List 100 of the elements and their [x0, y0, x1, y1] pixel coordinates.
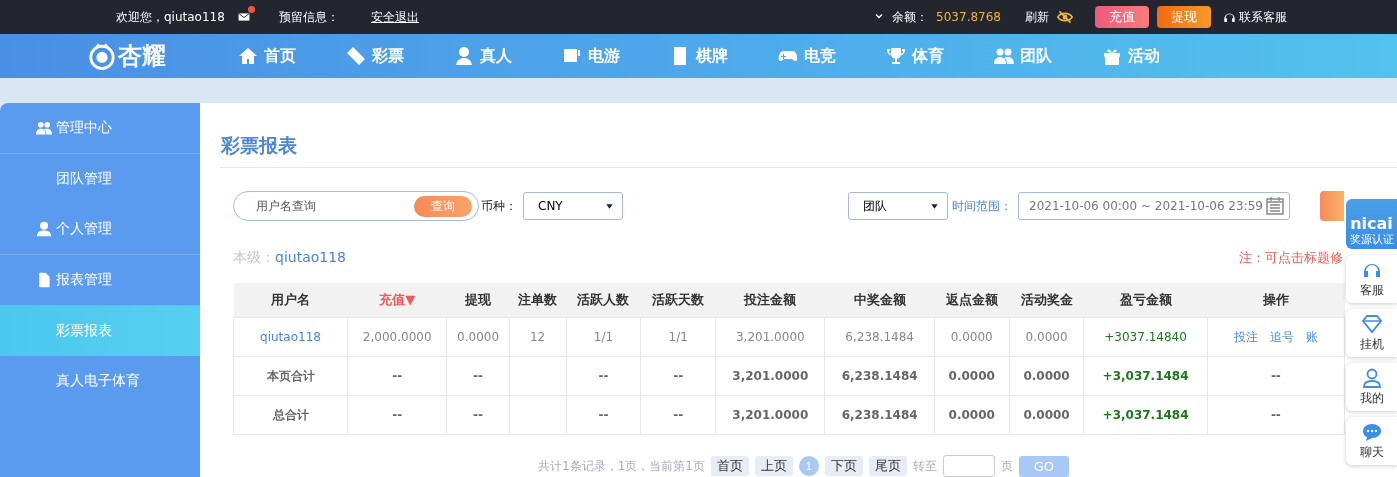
side-tool-button[interactable]: 客服: [1346, 255, 1397, 303]
side-tool-button[interactable]: 我的: [1346, 363, 1397, 411]
table-cell: --: [640, 395, 716, 435]
column-header[interactable]: 提现: [446, 283, 510, 318]
logout-link[interactable]: 安全退出: [370, 8, 419, 26]
award-verification-badge[interactable]: nicai 奖源认证: [1346, 199, 1397, 249]
page-title: 彩票报表: [220, 103, 1397, 168]
nav-item[interactable]: 活动: [1102, 45, 1210, 67]
table-cell: 0.0000: [446, 317, 510, 357]
table-cell: --: [566, 356, 641, 396]
table-cell: 0.0000: [1009, 317, 1084, 357]
gift-icon: [1102, 46, 1122, 66]
column-header[interactable]: 注单数: [509, 283, 566, 318]
team-icon: [994, 46, 1014, 66]
table-cell: 6,238.1484: [825, 317, 935, 357]
currency-select[interactable]: CNY: [523, 192, 623, 220]
first-page-button[interactable]: 首页: [710, 456, 749, 476]
user-icon: [1361, 367, 1382, 388]
table-cell: 1/1: [566, 317, 641, 357]
nav-item[interactable]: 体育: [886, 45, 994, 67]
search-button[interactable]: [1320, 191, 1344, 221]
table-cell: 0.0000: [934, 317, 1010, 357]
caret-icon: [930, 201, 939, 211]
column-header[interactable]: 中奖金额: [825, 283, 935, 318]
nav-item[interactable]: 电游: [562, 45, 670, 67]
table-cell: +3,037.1484: [1083, 395, 1208, 435]
table-cell: +3037.14840: [1083, 317, 1208, 357]
table-cell: --: [347, 356, 447, 396]
table-cell: --: [566, 395, 641, 435]
column-header[interactable]: 盈亏金额: [1083, 283, 1208, 318]
column-header[interactable]: 充值▼: [347, 283, 447, 318]
table-cell: 0.0000: [1009, 356, 1084, 396]
deposit-button[interactable]: 充值: [1095, 6, 1149, 28]
time-range-label: 时间范围：: [952, 197, 1012, 215]
currency-label: 币种：: [481, 197, 517, 215]
nav-item[interactable]: 棋牌: [670, 45, 778, 67]
column-header[interactable]: 操作: [1207, 283, 1345, 318]
side-tool-button[interactable]: 聊天: [1346, 417, 1397, 465]
page-unit-label: 页: [1000, 457, 1013, 475]
sidebar-item[interactable]: 团队管理: [0, 154, 200, 204]
nav-item[interactable]: 首页: [238, 45, 346, 67]
date-range-field[interactable]: 2021-10-06 00:00 ~ 2021-10-06 23:59: [1018, 192, 1290, 220]
table-cell: 0.0000: [934, 356, 1010, 396]
column-header[interactable]: 投注金额: [715, 283, 825, 318]
table-cell: --: [1207, 395, 1345, 435]
note-text: 注：可点击标题修: [1239, 249, 1343, 267]
trophy-icon: [886, 46, 906, 66]
page-input[interactable]: [942, 455, 995, 477]
column-header[interactable]: 用户名: [233, 283, 348, 318]
table-cell: --: [640, 356, 716, 396]
logo-text: 杏耀: [118, 41, 166, 72]
column-header[interactable]: 活跃人数: [566, 283, 641, 318]
column-header[interactable]: 活动奖金: [1009, 283, 1084, 318]
side-tool-button[interactable]: 挂机: [1346, 309, 1397, 357]
balance-value: 5037.8768: [936, 10, 1001, 24]
table-cell: 3,201.0000: [715, 356, 825, 396]
refresh-link[interactable]: 刷新: [1025, 8, 1049, 26]
level-user-link[interactable]: qiutao118: [275, 249, 346, 265]
table-cell: 0.0000: [934, 395, 1010, 435]
nav-item[interactable]: 电竞: [778, 45, 886, 67]
document-icon: [36, 272, 52, 288]
table-cell: 3,201.0000: [715, 317, 825, 357]
table-cell: 3,201.0000: [715, 395, 825, 435]
username-link[interactable]: qiutao118: [260, 330, 321, 344]
nav-item[interactable]: 团队: [994, 45, 1102, 67]
sidebar-item[interactable]: 真人电子体育: [0, 356, 200, 406]
previous-page-button[interactable]: 上页: [754, 456, 793, 476]
nav-item[interactable]: 彩票: [346, 45, 454, 67]
column-header[interactable]: 活跃天数: [640, 283, 716, 318]
table-cell: 12: [509, 317, 566, 357]
goto-label: 转至: [912, 457, 937, 475]
scope-select[interactable]: 团队: [848, 192, 948, 220]
eye-slash-icon: [1057, 9, 1073, 25]
table-cell: 6,238.1484: [825, 395, 935, 435]
support-link[interactable]: 联系客服: [1223, 8, 1287, 26]
table-cell: --: [446, 395, 510, 435]
table-cell: 总合计: [233, 395, 348, 435]
greeting-text: 欢迎您，qiutao118: [116, 8, 225, 26]
balance-label: 余额：: [892, 8, 929, 26]
table-cell: --: [347, 395, 447, 435]
next-page-button[interactable]: 下页: [824, 456, 863, 476]
caret-icon: [605, 201, 614, 211]
person-icon: [454, 46, 474, 66]
action-link[interactable]: 账: [1305, 329, 1318, 344]
mail-icon: [236, 11, 251, 23]
last-page-button[interactable]: 尾页: [868, 456, 907, 476]
nav-item[interactable]: 真人: [454, 45, 562, 67]
query-button[interactable]: 查询: [414, 195, 472, 217]
table-cell: --: [1207, 356, 1345, 396]
table-cell: 1/1: [640, 317, 716, 357]
reserved-info-label: 预留信息：: [278, 8, 339, 26]
withdraw-button[interactable]: 提现: [1157, 6, 1211, 28]
action-link[interactable]: 追号: [1269, 329, 1294, 344]
table-cell: 2,000.0000: [347, 317, 447, 357]
home-icon: [238, 46, 258, 66]
team-icon: [36, 120, 52, 136]
column-header[interactable]: 返点金额: [934, 283, 1010, 318]
table-cell: 0.0000: [1009, 395, 1084, 435]
action-link[interactable]: 投注: [1233, 329, 1258, 344]
pagination-summary: 共计1条记录，1页，当前第1页: [538, 457, 705, 475]
